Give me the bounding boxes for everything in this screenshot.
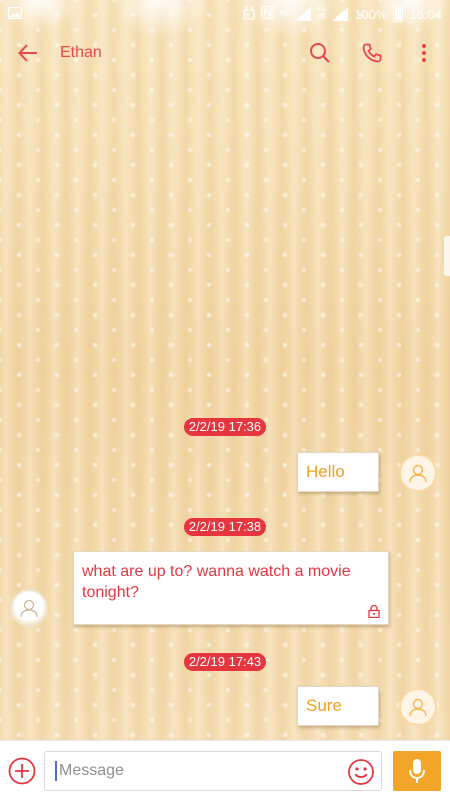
message-timestamp: 2/2/19 17:36 — [184, 418, 266, 436]
more-options-button[interactable] — [398, 28, 450, 78]
message-input-container[interactable] — [44, 751, 382, 791]
battery-percentage: 100% — [354, 6, 388, 22]
message-text: Sure — [306, 696, 342, 715]
search-button[interactable] — [294, 28, 346, 78]
conversation-header: Ethan — [0, 28, 450, 78]
microphone-icon — [409, 759, 425, 783]
message-timestamp: 2/2/19 17:43 — [184, 653, 266, 671]
phone-icon — [362, 43, 382, 63]
message-text: Hello — [306, 462, 345, 481]
nfc-icon — [260, 6, 274, 22]
compose-bar — [0, 740, 450, 800]
clock: 16:04 — [409, 6, 442, 22]
person-icon — [20, 599, 38, 618]
my-avatar[interactable] — [399, 688, 437, 726]
network-type-indicator: 4G — [279, 10, 289, 17]
person-icon — [409, 464, 427, 483]
status-bar: 4G 4G 2G 100% 16:04 — [0, 0, 450, 28]
back-button[interactable] — [0, 28, 56, 78]
add-circle-icon — [8, 757, 36, 785]
message-text: what are up to? wanna watch a movie toni… — [82, 563, 351, 601]
signal-strength-icon — [294, 7, 311, 21]
contact-name[interactable]: Ethan — [60, 44, 102, 62]
search-icon — [310, 43, 330, 63]
lock-icon — [368, 605, 380, 618]
my-avatar[interactable] — [399, 454, 437, 492]
alarm-icon — [242, 4, 255, 23]
scroll-indicator[interactable] — [444, 236, 450, 276]
network-type-indicator-2: 4G 2G — [316, 6, 327, 21]
fairy-lights-background — [0, 0, 450, 740]
emoji-icon — [348, 759, 374, 785]
gallery-notification-icon — [7, 6, 23, 22]
attach-button[interactable] — [6, 755, 38, 787]
outgoing-message-bubble[interactable]: Sure — [297, 686, 379, 726]
message-timestamp: 2/2/19 17:38 — [184, 518, 266, 536]
contact-avatar[interactable] — [10, 589, 48, 627]
more-vert-icon — [422, 44, 426, 62]
emoji-button[interactable] — [347, 758, 375, 786]
call-button[interactable] — [346, 28, 398, 78]
signal-strength-icon-2 — [332, 7, 349, 21]
message-input[interactable] — [55, 761, 335, 781]
back-arrow-icon — [18, 44, 37, 62]
incoming-message-bubble[interactable]: what are up to? wanna watch a movie toni… — [73, 551, 389, 625]
voice-input-button[interactable] — [393, 751, 441, 791]
outgoing-message-bubble[interactable]: Hello — [297, 452, 379, 492]
person-icon — [409, 698, 427, 717]
battery-icon — [393, 6, 404, 22]
